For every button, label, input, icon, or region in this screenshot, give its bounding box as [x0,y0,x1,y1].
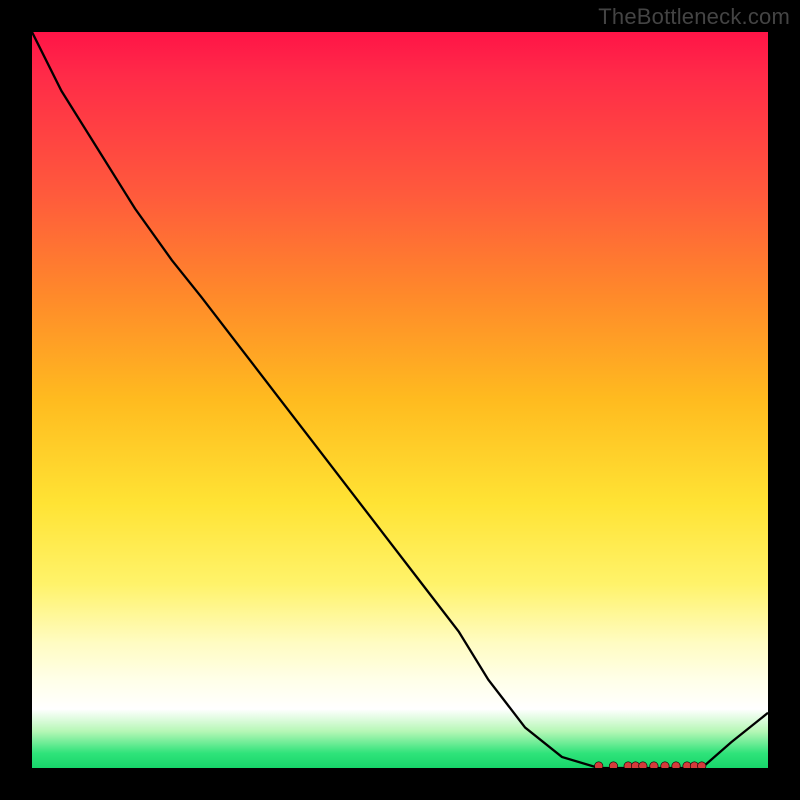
chart-plot-area [32,32,768,768]
attribution-text: TheBottleneck.com [598,4,790,30]
